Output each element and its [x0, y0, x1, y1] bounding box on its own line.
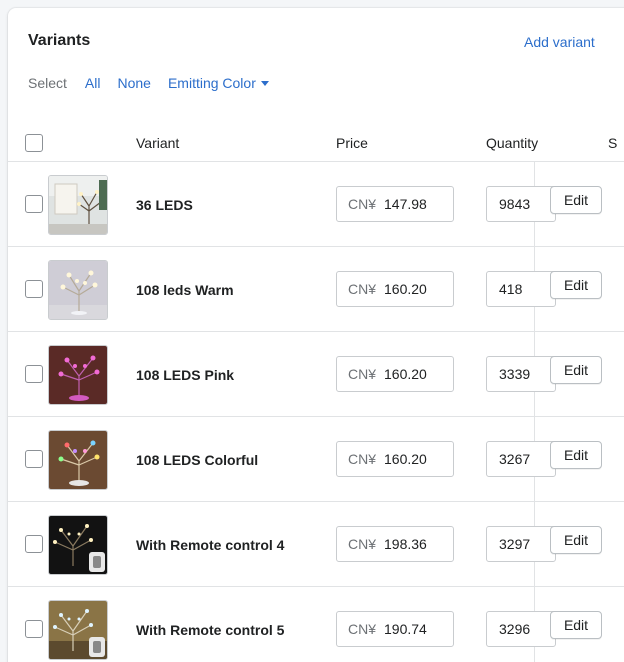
- variant-thumbnail[interactable]: [48, 430, 108, 490]
- quantity-field[interactable]: 418: [486, 271, 556, 307]
- row-checkbox[interactable]: [25, 280, 43, 298]
- price-value: 160.20: [384, 451, 427, 467]
- select-all-link[interactable]: All: [85, 75, 101, 91]
- row-checkbox[interactable]: [25, 195, 43, 213]
- currency-prefix: CN¥: [348, 366, 377, 382]
- price-field[interactable]: CN¥ 160.20: [336, 441, 454, 477]
- lamp-photo-icon: [49, 176, 107, 234]
- table-row: 36 LEDS CN¥ 147.98 9843 Edit: [8, 162, 624, 247]
- select-all-checkbox[interactable]: [25, 134, 43, 152]
- variant-name: With Remote control 4: [136, 537, 285, 553]
- currency-prefix: CN¥: [348, 451, 377, 467]
- variant-thumbnail[interactable]: [48, 600, 108, 660]
- variant-thumbnail[interactable]: [48, 345, 108, 405]
- price-value: 160.20: [384, 366, 427, 382]
- table-row: 108 LEDS Colorful CN¥ 160.20 3267 Edit: [8, 417, 624, 502]
- select-none-link[interactable]: None: [117, 75, 150, 91]
- price-field[interactable]: CN¥ 190.74: [336, 611, 454, 647]
- currency-prefix: CN¥: [348, 196, 377, 212]
- lamp-photo-icon: [49, 261, 107, 319]
- edit-button[interactable]: Edit: [550, 271, 602, 299]
- variant-thumbnail[interactable]: [48, 515, 108, 575]
- table-row: With Remote control 5 CN¥ 190.74 3296 Ed…: [8, 587, 624, 662]
- price-field[interactable]: CN¥ 160.20: [336, 271, 454, 307]
- row-checkbox[interactable]: [25, 535, 43, 553]
- column-header-sku: S: [608, 135, 618, 151]
- column-header-price: Price: [336, 135, 368, 151]
- row-checkbox[interactable]: [25, 450, 43, 468]
- currency-prefix: CN¥: [348, 536, 377, 552]
- lamp-photo-icon: [49, 346, 107, 404]
- variants-card: Variants Add variant Select All None Emi…: [8, 8, 624, 662]
- price-field[interactable]: CN¥ 198.36: [336, 526, 454, 562]
- table-row: 108 leds Warm CN¥ 160.20 418 Edit: [8, 247, 624, 332]
- variant-name: 108 LEDS Colorful: [136, 452, 259, 468]
- price-value: 190.74: [384, 621, 427, 637]
- variant-thumbnail[interactable]: [48, 260, 108, 320]
- quantity-field[interactable]: 9843: [486, 186, 556, 222]
- variant-name: 108 LEDS Pink: [136, 367, 235, 383]
- row-checkbox[interactable]: [25, 620, 43, 638]
- row-checkbox[interactable]: [25, 365, 43, 383]
- quantity-field[interactable]: 3297: [486, 526, 556, 562]
- lamp-photo-icon: [49, 431, 107, 489]
- add-variant-link[interactable]: Add variant: [524, 34, 595, 50]
- edit-button[interactable]: Edit: [550, 356, 602, 384]
- variant-name: 36 LEDS: [136, 197, 193, 213]
- lamp-photo-icon: [49, 516, 107, 574]
- table-header: Variant Price Quantity S: [8, 123, 624, 162]
- table-row: With Remote control 4 CN¥ 198.36 3297 Ed…: [8, 502, 624, 587]
- quantity-field[interactable]: 3339: [486, 356, 556, 392]
- caret-down-icon: [260, 80, 269, 86]
- price-value: 160.20: [384, 281, 427, 297]
- price-field[interactable]: CN¥ 147.98: [336, 186, 454, 222]
- price-field[interactable]: CN¥ 160.20: [336, 356, 454, 392]
- select-label: Select: [28, 75, 67, 91]
- lamp-photo-icon: [49, 601, 107, 659]
- variant-name: With Remote control 5: [136, 622, 285, 638]
- edit-button[interactable]: Edit: [550, 186, 602, 214]
- column-header-quantity: Quantity: [486, 135, 539, 151]
- emitting-color-label: Emitting Color: [167, 75, 256, 91]
- quantity-field[interactable]: 3267: [486, 441, 556, 477]
- currency-prefix: CN¥: [348, 621, 377, 637]
- price-value: 147.98: [384, 196, 427, 212]
- card-title: Variants: [28, 32, 91, 49]
- column-header-variant: Variant: [136, 135, 180, 151]
- edit-button[interactable]: Edit: [550, 441, 602, 469]
- emitting-color-dropdown[interactable]: Emitting Color: [168, 75, 269, 91]
- currency-prefix: CN¥: [348, 281, 377, 297]
- variant-name: 108 leds Warm: [136, 282, 234, 298]
- edit-button[interactable]: Edit: [550, 611, 602, 639]
- quantity-field[interactable]: 3296: [486, 611, 556, 647]
- select-controls: Select All None Emitting Color: [28, 75, 269, 91]
- edit-button[interactable]: Edit: [550, 526, 602, 554]
- price-value: 198.36: [384, 536, 427, 552]
- variant-thumbnail[interactable]: [48, 175, 108, 235]
- table-row: 108 LEDS Pink CN¥ 160.20 3339 Edit: [8, 332, 624, 417]
